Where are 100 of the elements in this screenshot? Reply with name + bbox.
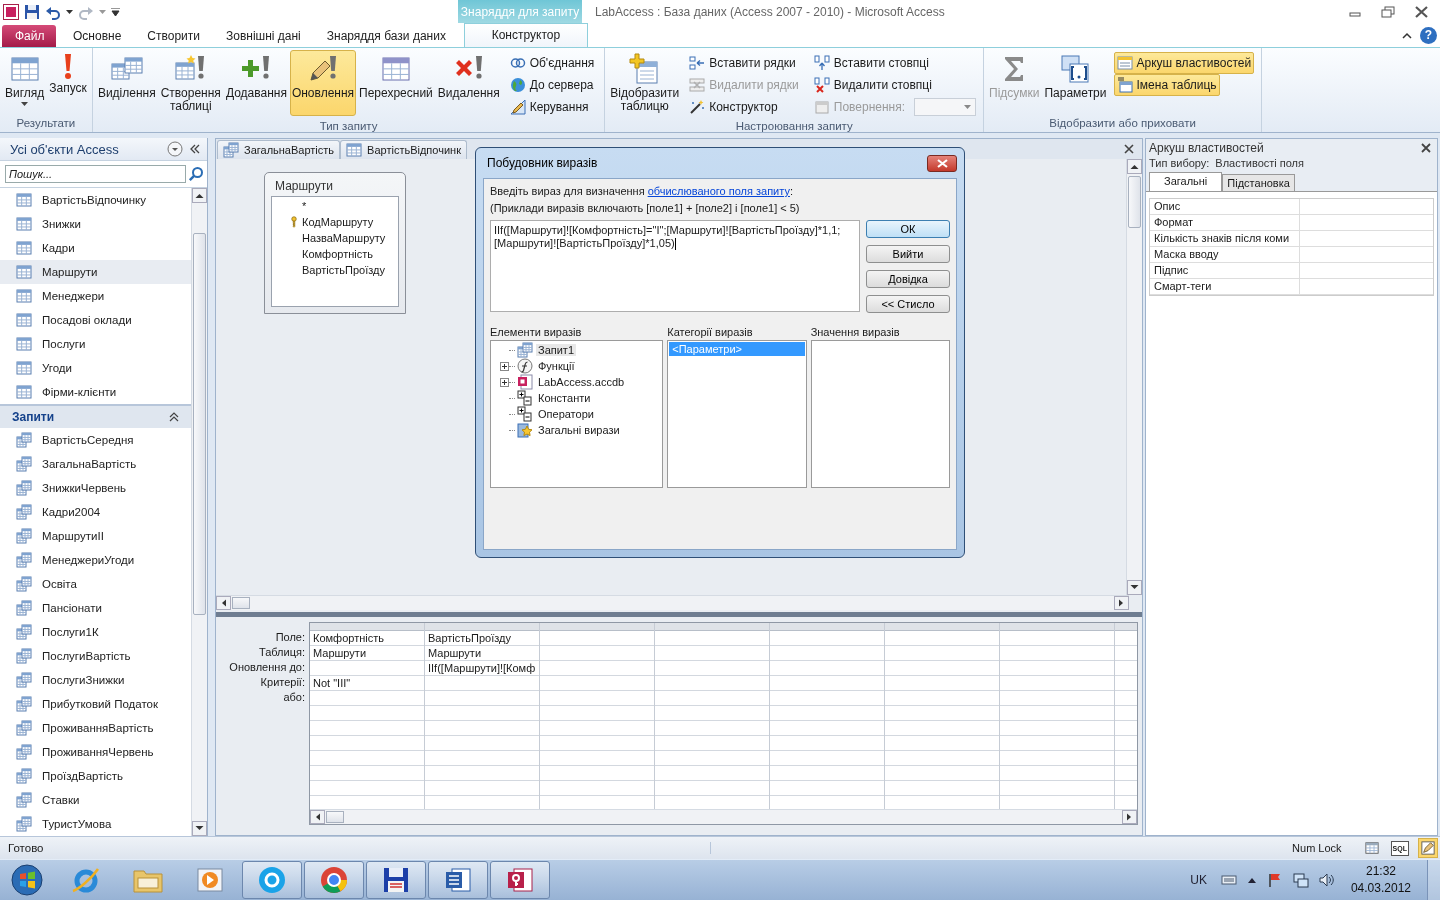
ribbon-tab[interactable]: Файл bbox=[2, 25, 56, 47]
grid-cell[interactable]: Комфортність bbox=[313, 632, 384, 644]
property-tab[interactable]: Підстановка bbox=[1222, 174, 1295, 191]
nav-item[interactable]: Знижки bbox=[0, 212, 191, 236]
keyboard-icon[interactable] bbox=[1220, 872, 1237, 888]
grid-cell[interactable]: Not "III" bbox=[313, 677, 351, 689]
grid-cell[interactable]: Маршрути bbox=[428, 647, 482, 659]
tree-item[interactable]: Функції bbox=[536, 360, 577, 372]
ribbon-button[interactable]: Оновлення bbox=[289, 50, 357, 116]
nav-item[interactable]: Фірми-клієнти bbox=[0, 380, 191, 404]
scrollbar[interactable] bbox=[1126, 159, 1142, 595]
ribbon-tab[interactable]: Знаряддя бази даних bbox=[313, 25, 459, 47]
scroll-up-button[interactable] bbox=[1127, 159, 1142, 174]
ribbon-tab[interactable]: Конструктор bbox=[463, 23, 588, 47]
nav-item[interactable]: Прибутковий Податок bbox=[0, 692, 191, 716]
scroll-left-button[interactable] bbox=[216, 596, 231, 610]
query-grid[interactable]: Комфортність Маршрути Not "III" ВартістьПроїзду Маршрути IIf([Маршрути]![Комф bbox=[309, 622, 1138, 825]
ribbon-button[interactable]: Створення таблиці bbox=[158, 50, 223, 116]
nav-item[interactable]: Ставки bbox=[0, 788, 191, 812]
ribbon-button[interactable]: Видалити стовпці bbox=[810, 74, 935, 96]
taskbar-button[interactable] bbox=[366, 861, 426, 899]
document-tab[interactable]: ЗагальнаВартість bbox=[217, 140, 341, 159]
grid-cell[interactable]: IIf([Маршрути]![Комф bbox=[428, 662, 536, 674]
ribbon-button[interactable]: До сервера bbox=[506, 74, 597, 96]
show-hidden-icons-icon[interactable] bbox=[1246, 876, 1257, 884]
clock-date[interactable]: 04.03.2012 bbox=[1350, 880, 1411, 897]
taskbar-button[interactable] bbox=[428, 861, 488, 899]
nav-item[interactable]: ЗнижкиЧервень bbox=[0, 476, 191, 500]
nav-item[interactable]: Послуги bbox=[0, 332, 191, 356]
nav-item[interactable]: Маршрути bbox=[0, 260, 191, 284]
nav-item[interactable]: МаршрутиII bbox=[0, 524, 191, 548]
nav-item[interactable]: ВартістьСередня bbox=[0, 428, 191, 452]
tree-item[interactable]: Запит1 bbox=[536, 344, 577, 356]
restore-icon[interactable] bbox=[1381, 5, 1395, 18]
nav-item[interactable]: ЗагальнаВартість bbox=[0, 452, 191, 476]
ribbon-tab[interactable]: Створити bbox=[134, 25, 213, 47]
nav-item[interactable]: ПроїздВартість bbox=[0, 764, 191, 788]
ribbon-button[interactable]: Вигляд bbox=[3, 50, 47, 116]
nav-item[interactable]: Посадові оклади bbox=[0, 308, 191, 332]
nav-item[interactable]: ПроживанняЧервень bbox=[0, 740, 191, 764]
property-tab[interactable]: Загальні bbox=[1149, 172, 1223, 191]
ribbon-button[interactable]: Видалення bbox=[435, 50, 502, 116]
scroll-right-button[interactable] bbox=[1114, 596, 1129, 610]
scroll-thumb[interactable] bbox=[193, 233, 206, 615]
search-icon[interactable] bbox=[188, 166, 204, 182]
shutter-icon[interactable] bbox=[189, 143, 201, 155]
nav-item[interactable]: ВартістьВідпочинку bbox=[0, 188, 191, 212]
scrollbar[interactable] bbox=[310, 809, 1137, 824]
ribbon-button[interactable]: Запуск bbox=[47, 50, 89, 116]
grid-cell[interactable]: ВартістьПроїзду bbox=[428, 632, 511, 644]
scroll-thumb[interactable] bbox=[1128, 176, 1141, 228]
nav-item[interactable]: Менеджери bbox=[0, 284, 191, 308]
field-name[interactable]: Комфортність bbox=[302, 248, 373, 260]
dialog-button[interactable]: Довідка bbox=[866, 270, 950, 288]
close-icon[interactable] bbox=[1421, 143, 1431, 153]
table-field-list[interactable]: Маршрути * КодМаршруту НазваМаршруту Комфортність ВартістьПроїзду bbox=[264, 172, 406, 314]
save-icon[interactable] bbox=[24, 3, 40, 20]
dropdown-icon[interactable] bbox=[167, 141, 183, 157]
ribbon-button[interactable]: Об'єднання bbox=[506, 52, 598, 74]
taskbar-button[interactable] bbox=[304, 861, 364, 899]
nav-item[interactable]: Пансіонати bbox=[0, 596, 191, 620]
help-link[interactable]: обчислюваного поля запиту bbox=[647, 185, 790, 197]
scroll-thumb[interactable] bbox=[326, 811, 344, 823]
nav-item[interactable]: Кадри bbox=[0, 236, 191, 260]
scroll-down-button[interactable] bbox=[1127, 580, 1142, 595]
taskbar-button[interactable] bbox=[242, 861, 302, 899]
language-indicator[interactable]: UK bbox=[1190, 873, 1207, 887]
nav-item[interactable]: Кадри2004 bbox=[0, 500, 191, 524]
ribbon-button[interactable]: Імена таблиць bbox=[1113, 74, 1220, 96]
expression-field[interactable]: IIf([Маршрути]![Комфортність]="I";[Маршрути]![ВартістьПроїзду]*1,1;[Маршрути]![ВартістьПроїзду]*1,05) bbox=[490, 220, 860, 312]
scroll-thumb[interactable] bbox=[232, 597, 250, 609]
scroll-up-button[interactable] bbox=[192, 188, 207, 203]
scroll-down-button[interactable] bbox=[192, 821, 207, 837]
caret-icon[interactable] bbox=[66, 9, 73, 14]
document-tab[interactable]: ВартістьВідпочинк bbox=[340, 140, 467, 159]
nav-item[interactable]: ПослугиВартість bbox=[0, 644, 191, 668]
tree-item[interactable]: LabAccess.accdb bbox=[536, 376, 627, 388]
grid-cell[interactable]: Маршрути bbox=[313, 647, 367, 659]
field-name[interactable]: ВартістьПроїзду bbox=[302, 264, 385, 276]
nav-item[interactable]: ПроживанняВартість bbox=[0, 716, 191, 740]
expand-icon[interactable] bbox=[500, 377, 509, 387]
dialog-button[interactable]: Вийти bbox=[866, 245, 950, 263]
ribbon-button[interactable]: Відобразити таблицю bbox=[608, 50, 682, 116]
tree-item[interactable]: Оператори bbox=[536, 408, 596, 420]
field-name[interactable]: * bbox=[302, 200, 307, 212]
flag-icon[interactable] bbox=[1266, 872, 1283, 888]
volume-icon[interactable] bbox=[1318, 872, 1335, 888]
ribbon-button[interactable]: Аркуш властивостей bbox=[1113, 52, 1255, 74]
ribbon-button[interactable]: Керування bbox=[506, 96, 592, 118]
expand-icon[interactable] bbox=[500, 361, 509, 371]
view-button[interactable] bbox=[1418, 838, 1438, 859]
tree-item[interactable]: Загальні вирази bbox=[536, 424, 622, 436]
ribbon-button[interactable]: Вставити рядки bbox=[686, 52, 799, 74]
close-icon[interactable] bbox=[1124, 144, 1134, 154]
show-desktop-button[interactable] bbox=[1427, 860, 1440, 900]
help-button[interactable]: ? bbox=[1420, 27, 1437, 44]
nav-item[interactable]: МенеджериУгоди bbox=[0, 548, 191, 572]
clock-time[interactable]: 21:32 bbox=[1365, 863, 1396, 880]
tree-item[interactable]: Константи bbox=[536, 392, 593, 404]
nav-item[interactable]: Угоди bbox=[0, 356, 191, 380]
